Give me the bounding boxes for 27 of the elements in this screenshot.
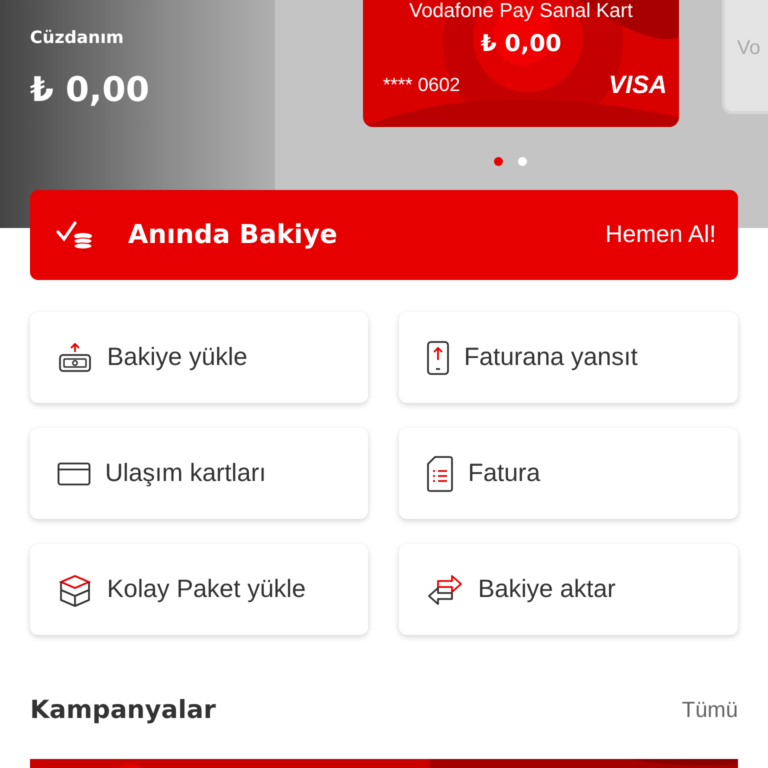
cash-upload-icon <box>57 342 93 374</box>
action-button[interactable]: Faturana yansıt <box>399 312 738 403</box>
card-title: Vo <box>737 37 760 59</box>
card-balance: ₺ 0,00 <box>480 31 562 57</box>
check-coins-icon <box>55 219 95 251</box>
instant-balance-banner[interactable]: Anında Bakiye Hemen Al! <box>30 190 738 280</box>
action-button[interactable]: Fatura <box>399 428 738 519</box>
action-button[interactable]: Bakiye aktar <box>399 544 738 635</box>
action-button[interactable]: Ulaşım kartları <box>30 428 368 519</box>
card-title: Vodafone Pay Sanal Kart <box>409 0 633 23</box>
card-brand: VISA <box>608 71 667 100</box>
banner-action: Hemen Al! <box>605 221 716 249</box>
page-dot[interactable] <box>494 157 502 166</box>
wallet-label: Cüzdanım <box>30 28 125 48</box>
document-icon <box>426 454 454 492</box>
card-number: **** 0602 <box>383 74 460 96</box>
page-dot[interactable] <box>518 157 526 166</box>
virtual-card[interactable]: Vodafone Pay Sanal Kart ₺ 0,00 **** 0602 VISA <box>363 0 679 127</box>
card-icon <box>57 462 91 486</box>
banner-title: Anında Bakiye <box>128 220 338 250</box>
action-button[interactable]: Bakiye yükle <box>30 312 368 403</box>
phone-upload-icon <box>426 340 450 376</box>
transfer-arrows-icon <box>426 572 464 606</box>
see-all-link[interactable]: Tümü <box>682 696 738 722</box>
section-title: Kampanyalar <box>30 695 216 724</box>
wallet-balance: ₺ 0,00 <box>30 70 150 110</box>
action-button[interactable]: Kolay Paket yükle <box>30 544 368 635</box>
